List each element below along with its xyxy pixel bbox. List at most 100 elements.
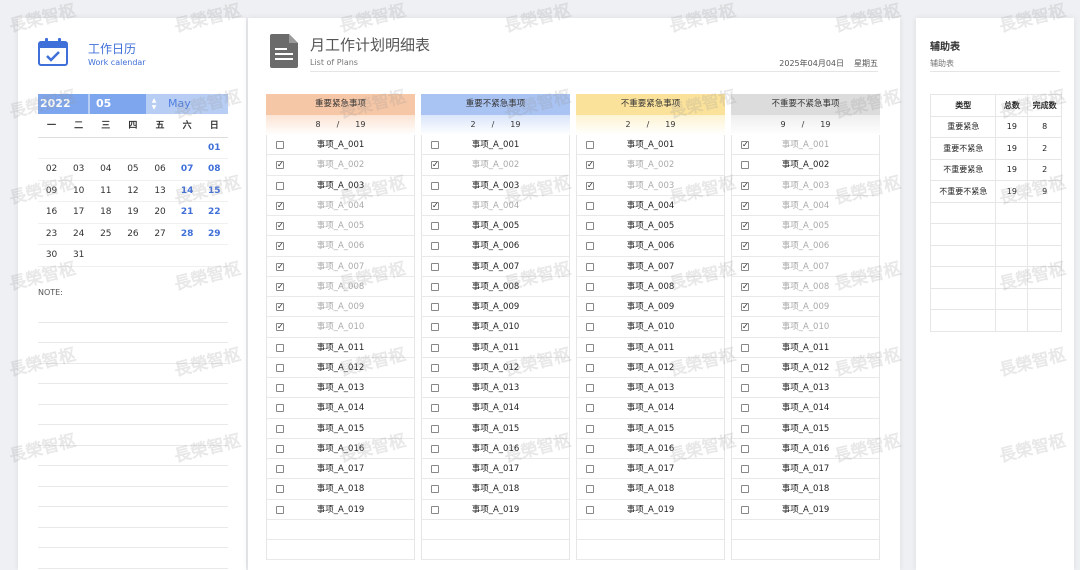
task-checkbox[interactable]: ✓ xyxy=(276,262,284,271)
task-checkbox[interactable]: ✓ xyxy=(276,282,284,291)
calendar-day[interactable]: 19 xyxy=(119,202,147,224)
task-checkbox[interactable] xyxy=(586,465,594,473)
calendar-day[interactable]: 01 xyxy=(200,138,228,159)
task-checkbox[interactable] xyxy=(431,343,439,352)
calendar-day[interactable]: 27 xyxy=(146,224,174,245)
calendar-day[interactable]: 25 xyxy=(92,224,120,245)
task-checkbox[interactable] xyxy=(586,222,594,230)
task-checkbox[interactable] xyxy=(276,424,284,433)
task-checkbox[interactable] xyxy=(431,181,439,190)
task-checkbox[interactable] xyxy=(431,384,439,392)
task-checkbox[interactable] xyxy=(586,323,594,332)
task-checkbox[interactable] xyxy=(741,485,749,494)
calendar-day[interactable]: 24 xyxy=(65,224,93,245)
task-checkbox[interactable] xyxy=(431,242,439,251)
task-checkbox[interactable] xyxy=(431,505,439,514)
task-checkbox[interactable] xyxy=(741,404,749,413)
note-line[interactable] xyxy=(38,302,228,323)
task-checkbox[interactable] xyxy=(276,444,284,453)
task-checkbox[interactable] xyxy=(741,363,749,372)
task-checkbox[interactable] xyxy=(276,404,284,413)
calendar-day[interactable]: 17 xyxy=(65,202,93,224)
task-checkbox[interactable] xyxy=(586,424,594,433)
task-checkbox[interactable] xyxy=(276,465,284,473)
task-checkbox[interactable] xyxy=(431,141,439,149)
task-checkbox[interactable] xyxy=(431,363,439,372)
task-checkbox[interactable]: ✓ xyxy=(741,141,749,149)
task-checkbox[interactable] xyxy=(586,141,594,149)
task-checkbox[interactable]: ✓ xyxy=(276,323,284,332)
note-line[interactable] xyxy=(38,364,228,384)
task-checkbox[interactable] xyxy=(276,485,284,494)
task-checkbox[interactable] xyxy=(741,465,749,473)
calendar-day[interactable]: 06 xyxy=(146,159,174,181)
note-line[interactable] xyxy=(38,466,228,487)
task-checkbox[interactable]: ✓ xyxy=(741,303,749,311)
task-checkbox[interactable]: ✓ xyxy=(741,242,749,251)
calendar-day[interactable]: 04 xyxy=(92,159,120,181)
task-checkbox[interactable]: ✓ xyxy=(586,161,594,170)
note-line[interactable] xyxy=(38,384,228,405)
note-line[interactable] xyxy=(38,446,228,466)
task-checkbox[interactable] xyxy=(586,262,594,271)
task-checkbox[interactable] xyxy=(586,282,594,291)
note-line[interactable] xyxy=(38,548,228,569)
task-checkbox[interactable] xyxy=(431,303,439,311)
task-checkbox[interactable]: ✓ xyxy=(431,161,439,170)
task-checkbox[interactable] xyxy=(431,465,439,473)
calendar-day[interactable]: 23 xyxy=(38,224,66,245)
calendar-day[interactable]: 18 xyxy=(92,202,120,224)
task-checkbox[interactable] xyxy=(276,363,284,372)
task-checkbox[interactable] xyxy=(741,384,749,392)
task-checkbox[interactable] xyxy=(741,505,749,514)
calendar-day[interactable]: 09 xyxy=(38,181,66,202)
task-checkbox[interactable]: ✓ xyxy=(276,201,284,210)
task-checkbox[interactable]: ✓ xyxy=(741,201,749,210)
task-checkbox[interactable] xyxy=(431,485,439,494)
task-checkbox[interactable] xyxy=(431,222,439,230)
task-checkbox[interactable] xyxy=(586,242,594,251)
task-checkbox[interactable] xyxy=(586,343,594,352)
task-checkbox[interactable]: ✓ xyxy=(431,201,439,210)
task-checkbox[interactable]: ✓ xyxy=(741,323,749,332)
task-checkbox[interactable] xyxy=(586,363,594,372)
task-checkbox[interactable] xyxy=(276,181,284,190)
task-checkbox[interactable] xyxy=(431,323,439,332)
note-line[interactable] xyxy=(38,528,228,548)
task-checkbox[interactable] xyxy=(276,384,284,392)
task-checkbox[interactable] xyxy=(431,444,439,453)
task-checkbox[interactable] xyxy=(431,424,439,433)
month-spinner-icon[interactable]: ▲ ▼ xyxy=(150,97,158,111)
task-checkbox[interactable]: ✓ xyxy=(276,242,284,251)
note-line[interactable] xyxy=(38,425,228,446)
task-checkbox[interactable] xyxy=(276,343,284,352)
calendar-day[interactable]: 11 xyxy=(92,181,120,202)
calendar-day[interactable]: 28 xyxy=(173,224,201,245)
note-line[interactable] xyxy=(38,343,228,364)
task-checkbox[interactable] xyxy=(586,505,594,514)
task-checkbox[interactable] xyxy=(586,384,594,392)
calendar-day[interactable]: 05 xyxy=(119,159,147,181)
task-checkbox[interactable] xyxy=(276,141,284,149)
task-checkbox[interactable] xyxy=(741,343,749,352)
note-area[interactable] xyxy=(38,302,228,569)
calendar-day[interactable]: 20 xyxy=(146,202,174,224)
calendar-day[interactable]: 16 xyxy=(38,202,66,224)
month-field[interactable]: 05 xyxy=(90,94,146,114)
note-line[interactable] xyxy=(38,323,228,343)
task-checkbox[interactable] xyxy=(431,282,439,291)
calendar-day[interactable]: 12 xyxy=(119,181,147,202)
note-line[interactable] xyxy=(38,405,228,425)
calendar-day[interactable]: 14 xyxy=(173,181,201,202)
task-checkbox[interactable]: ✓ xyxy=(741,262,749,271)
calendar-day[interactable]: 08 xyxy=(200,159,228,181)
calendar-day[interactable]: 21 xyxy=(173,202,201,224)
calendar-day[interactable]: 29 xyxy=(200,224,228,245)
task-checkbox[interactable] xyxy=(586,444,594,453)
task-checkbox[interactable] xyxy=(741,161,749,170)
calendar-day[interactable]: 30 xyxy=(38,245,66,267)
calendar-day[interactable]: 15 xyxy=(200,181,228,202)
task-checkbox[interactable]: ✓ xyxy=(276,303,284,311)
task-checkbox[interactable]: ✓ xyxy=(741,181,749,190)
task-checkbox[interactable] xyxy=(586,303,594,311)
